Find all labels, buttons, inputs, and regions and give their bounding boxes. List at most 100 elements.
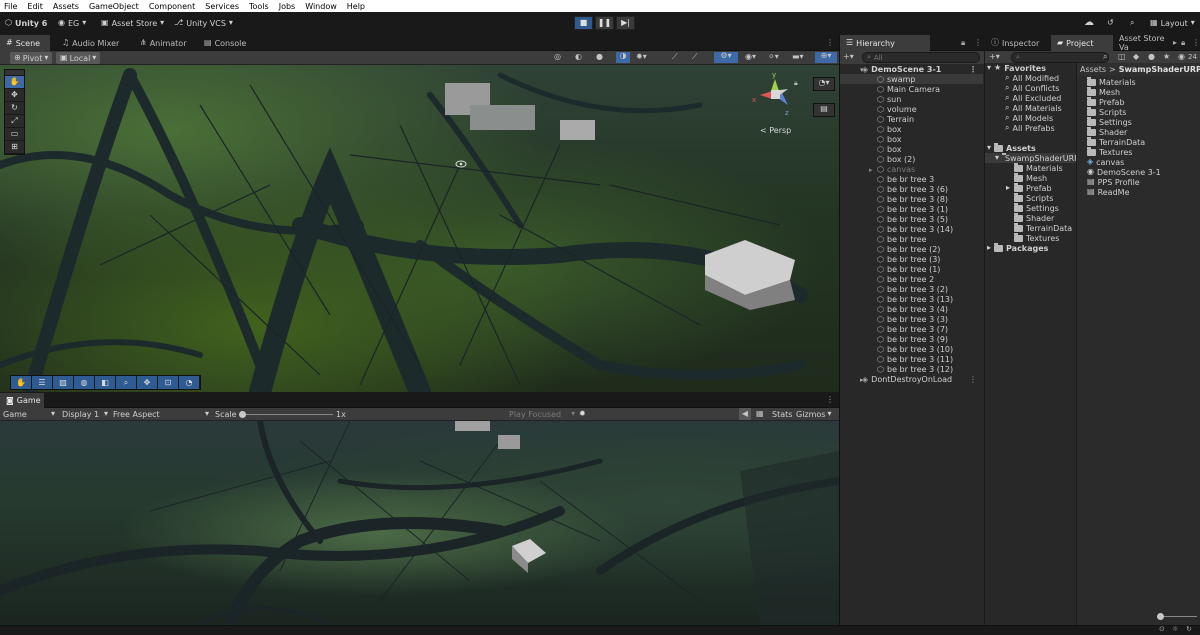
- hierarchy-item[interactable]: ⬡ Main Camera: [840, 84, 983, 94]
- camera-mode-button[interactable]: ◔▾: [813, 77, 835, 91]
- hierarchy-item[interactable]: ⬡ be br tree 3 (14): [840, 224, 983, 234]
- icon-size-slider[interactable]: [1157, 613, 1197, 620]
- search-button[interactable]: ⌕: [1130, 16, 1134, 30]
- hierarchy-item[interactable]: ⬡ be br tree 3 (9): [840, 334, 983, 344]
- move-tool[interactable]: ✥: [5, 89, 24, 102]
- lock-icon[interactable]: 🔒︎: [961, 39, 965, 47]
- project-asset-item[interactable]: ▤ ReadMe: [1087, 187, 1130, 197]
- mute-audio-icon[interactable]: ◀: [739, 408, 751, 420]
- panel-menu-icon[interactable]: ⋮: [826, 396, 834, 404]
- hierarchy-item[interactable]: ⬡ be br tree 3 (5): [840, 214, 983, 224]
- tab-inspector[interactable]: ⓘ Inspector: [985, 35, 1045, 51]
- project-asset-item[interactable]: ▤ PPS Profile: [1087, 177, 1140, 187]
- favorites-header[interactable]: ▾ ★ Favorites: [987, 63, 1046, 73]
- hierarchy-item[interactable]: ⬡ box: [840, 144, 983, 154]
- menu-assets[interactable]: Assets: [48, 2, 84, 11]
- project-asset-item[interactable]: Prefab: [1087, 96, 1125, 107]
- scene-expand-icon[interactable]: ▾: [860, 66, 864, 74]
- debug-icon[interactable]: ☼: [1172, 626, 1178, 633]
- tab-game[interactable]: ◙ Game: [0, 393, 44, 408]
- step-button[interactable]: ▶|: [616, 16, 635, 30]
- game-viewport[interactable]: [0, 421, 839, 625]
- menu-tools[interactable]: Tools: [244, 2, 274, 11]
- overlay-button[interactable]: ▤: [813, 103, 835, 117]
- project-folder-item[interactable]: Scripts: [1005, 192, 1053, 203]
- hierarchy-item[interactable]: ⬡ be br tree 3 (13): [840, 294, 983, 304]
- canvas-expand-icon[interactable]: ▸: [869, 166, 873, 174]
- play-button[interactable]: ■: [574, 16, 593, 30]
- hierarchy-item[interactable]: ⬡ be br tree (2): [840, 244, 983, 254]
- favorite-item[interactable]: ⌕ All Materials: [1005, 103, 1062, 113]
- overlay-sphere[interactable]: ◍: [74, 376, 95, 389]
- bug-icon[interactable]: ✹: [579, 410, 586, 418]
- hierarchy-item[interactable]: ⬡ box: [840, 134, 983, 144]
- play-focused-dropdown[interactable]: Play Focused ▾: [509, 408, 575, 420]
- scale-slider-thumb[interactable]: [239, 411, 246, 418]
- menu-component[interactable]: Component: [144, 2, 200, 11]
- scale-tool[interactable]: ⤢: [5, 115, 24, 128]
- hierarchy-item[interactable]: ⬡ box (2): [840, 154, 983, 164]
- menu-file[interactable]: File: [0, 2, 22, 11]
- menu-help[interactable]: Help: [342, 2, 370, 11]
- vcs-dropdown[interactable]: ⎇ Unity VCS ▾: [174, 16, 233, 30]
- orientation-gizmo[interactable]: y x z 🔒︎: [752, 71, 798, 131]
- gizmos-dropdown[interactable]: Gizmos ▾: [796, 408, 832, 420]
- transform-tool[interactable]: ⊞: [5, 141, 24, 154]
- project-folder-item[interactable]: Shader: [1005, 212, 1054, 223]
- assets-header[interactable]: ▾ Assets: [987, 142, 1036, 153]
- camera-settings-icon[interactable]: ⚪▾: [768, 53, 779, 61]
- info-icon[interactable]: ●: [1148, 53, 1155, 61]
- overlay-gauge[interactable]: ◔: [179, 376, 200, 389]
- favorite-item[interactable]: ⌕ All Models: [1005, 113, 1053, 123]
- hierarchy-item[interactable]: ⬡ be br tree 3: [840, 174, 983, 184]
- menu-window[interactable]: Window: [300, 2, 342, 11]
- unity-button[interactable]: ⬡ Unity 6: [5, 16, 47, 30]
- hierarchy-item[interactable]: ⬡ be br tree 3 (3): [840, 314, 983, 324]
- hierarchy-item[interactable]: ⬡ be br tree: [840, 234, 983, 244]
- type-filter-icon[interactable]: ◫: [1118, 53, 1126, 61]
- lighting-icon[interactable]: ⟋: [692, 53, 698, 61]
- project-asset-item[interactable]: Settings: [1087, 116, 1132, 127]
- shading-icon[interactable]: ◐: [575, 53, 582, 61]
- history-button[interactable]: ↺: [1107, 16, 1114, 30]
- overlay-search[interactable]: ⌕: [116, 376, 137, 389]
- label-filter-icon[interactable]: ◆: [1133, 53, 1139, 61]
- hierarchy-search-input[interactable]: ⌕ All: [862, 52, 980, 63]
- rotate-tool[interactable]: ↻: [5, 102, 24, 115]
- tab-audio-mixer[interactable]: ♫ Audio Mixer: [56, 35, 125, 51]
- project-asset-item[interactable]: Shader: [1087, 126, 1127, 137]
- breadcrumb-current[interactable]: SwampShaderURP: [1119, 65, 1200, 74]
- panel-menu-icon[interactable]: ⋮: [1192, 39, 1200, 47]
- hierarchy-item[interactable]: ⬡ sun: [840, 94, 983, 104]
- chevron-right-icon[interactable]: ▸: [1005, 184, 1011, 192]
- lock-icon[interactable]: 🔒︎: [1181, 39, 1185, 47]
- icon-size-slider-thumb[interactable]: [1157, 613, 1164, 620]
- project-asset-item[interactable]: Mesh: [1087, 86, 1120, 97]
- hierarchy-item[interactable]: ⬡ be br tree 3 (11): [840, 354, 983, 364]
- aspect-dropdown[interactable]: Free Aspect ▾: [113, 408, 209, 420]
- hierarchy-item[interactable]: ⬡ be br tree (1): [840, 264, 983, 274]
- project-folder-item[interactable]: ▸ Prefab: [1005, 182, 1052, 193]
- stats-button[interactable]: Stats: [772, 408, 792, 420]
- hierarchy-item[interactable]: ⬡ Terrain: [840, 114, 983, 124]
- panel-menu-icon[interactable]: ⋮: [974, 39, 982, 47]
- menu-services[interactable]: Services: [200, 2, 244, 11]
- project-search-input[interactable]: ⌕: [1011, 52, 1109, 63]
- hierarchy-item[interactable]: ⬡ be br tree 3 (8): [840, 194, 983, 204]
- favorite-item[interactable]: ⌕ All Conflicts: [1005, 83, 1059, 93]
- project-asset-item[interactable]: Textures: [1087, 146, 1132, 157]
- project-folder-item[interactable]: Settings: [1005, 202, 1059, 213]
- game-view-dropdown[interactable]: Game ▾: [3, 408, 55, 420]
- overlay-list[interactable]: ☰: [32, 376, 53, 389]
- hierarchy-item[interactable]: ⬡ be br tree (3): [840, 254, 983, 264]
- global-icon[interactable]: ◎: [554, 53, 561, 61]
- tab-scene[interactable]: # Scene: [0, 35, 50, 51]
- tab-asset-store[interactable]: Asset Store Va: [1113, 35, 1173, 51]
- tab-animator[interactable]: ⋔ Animator: [134, 35, 192, 51]
- scene-viewport[interactable]: ✋ ✥ ↻ ⤢ ▭ ⊞ y x z 🔒︎ < Persp ◔▾ ▤ ✋ ☰ ▨ …: [0, 65, 839, 392]
- add-icon[interactable]: +▾: [843, 53, 854, 61]
- layout-dropdown[interactable]: ▦ Layout ▾: [1150, 16, 1195, 30]
- overlay-layers[interactable]: ◧: [95, 376, 116, 389]
- project-folder-item[interactable]: Textures: [1005, 232, 1059, 243]
- project-asset-item[interactable]: Materials: [1087, 76, 1136, 87]
